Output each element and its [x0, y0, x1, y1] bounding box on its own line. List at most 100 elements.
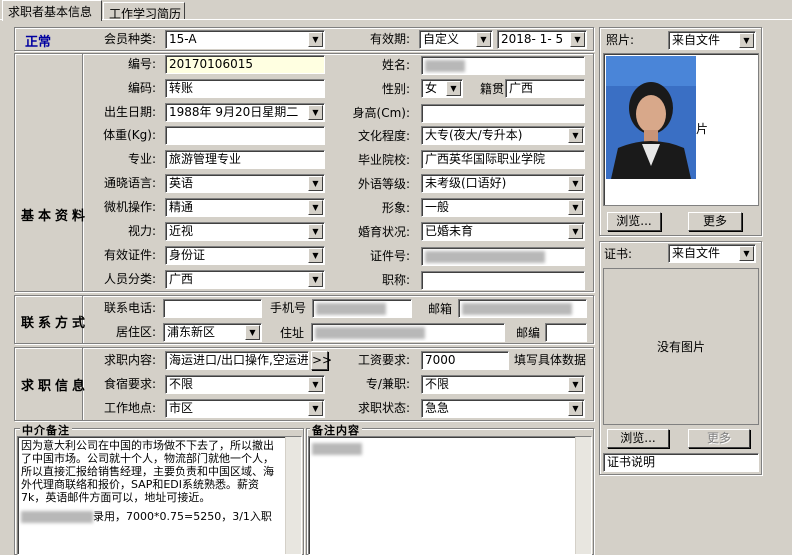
birth-date-picker[interactable]: 1988年 9月20日星期二 ▼ — [165, 103, 325, 122]
cert-source-select[interactable]: 来自文件 ▼ — [668, 244, 756, 263]
phone-field[interactable] — [163, 299, 262, 318]
redacted-mobile — [316, 302, 386, 315]
redacted-note — [21, 511, 93, 523]
member-type-value: 15-A — [169, 32, 197, 46]
tab-work-history[interactable]: 工作学习简历 — [103, 2, 185, 21]
redacted-remark — [312, 443, 362, 455]
validity-mode-select[interactable]: 自定义 ▼ — [419, 30, 493, 49]
photo-frame[interactable]: 片 — [603, 53, 759, 206]
salary-field[interactable]: 7000 — [421, 351, 509, 370]
zip-field[interactable] — [545, 323, 587, 342]
title-label: 职称: — [381, 273, 410, 287]
chevron-down-icon[interactable]: ▼ — [568, 200, 583, 215]
chevron-down-icon[interactable]: ▼ — [308, 32, 323, 47]
location-select[interactable]: 市区 ▼ — [165, 399, 325, 418]
chevron-down-icon[interactable]: ▼ — [446, 81, 461, 96]
chevron-down-icon[interactable]: ▼ — [308, 272, 323, 287]
location-value: 市区 — [169, 401, 194, 415]
gender-select[interactable]: 女 ▼ — [421, 79, 463, 98]
chevron-down-icon[interactable]: ▼ — [308, 248, 323, 263]
number-field[interactable]: 20170106015 — [165, 55, 325, 74]
chevron-down-icon[interactable]: ▼ — [570, 32, 585, 47]
appearance-select[interactable]: 一般 ▼ — [421, 198, 585, 217]
cert-frame[interactable]: 没有图片 — [603, 268, 759, 425]
chevron-down-icon[interactable]: ▼ — [308, 200, 323, 215]
height-field[interactable] — [421, 104, 585, 123]
title-field[interactable] — [421, 271, 585, 290]
chevron-down-icon[interactable]: ▼ — [308, 224, 323, 239]
district-value: 浦东新区 — [167, 325, 216, 339]
code-label: 编码: — [127, 81, 156, 95]
validity-date-picker[interactable]: 2018- 1- 5 ▼ — [497, 30, 587, 49]
chevron-down-icon[interactable]: ▼ — [568, 176, 583, 191]
cert-desc-field[interactable]: 证书说明 — [603, 453, 759, 472]
remark-textarea[interactable] — [308, 436, 592, 555]
remark-scrollbar[interactable] — [575, 437, 591, 554]
education-select[interactable]: 大专(夜大/专升本) ▼ — [421, 126, 585, 145]
photo-source-select[interactable]: 来自文件 ▼ — [668, 31, 756, 50]
computer-value: 精通 — [169, 200, 194, 214]
location-label: 工作地点: — [103, 401, 156, 415]
id-type-label: 有效证件: — [103, 248, 156, 262]
chevron-down-icon[interactable]: ▼ — [245, 325, 260, 340]
photo-label: 照片: — [606, 33, 635, 47]
category-select[interactable]: 广西 ▼ — [165, 270, 325, 289]
chevron-down-icon[interactable]: ▼ — [568, 377, 583, 392]
job-content-more-button[interactable]: >> — [311, 351, 332, 370]
tab-basic-info[interactable]: 求职者基本信息 — [2, 0, 102, 21]
chevron-down-icon[interactable]: ▼ — [739, 33, 754, 48]
email-label: 邮箱 — [427, 302, 452, 316]
vision-select[interactable]: 近视 ▼ — [165, 222, 325, 241]
photo-source-value: 来自文件 — [672, 33, 721, 47]
chevron-down-icon[interactable]: ▼ — [308, 377, 323, 392]
native-field[interactable]: 广西 — [505, 79, 585, 98]
lang-level-select[interactable]: 未考级(口语好) ▼ — [421, 174, 585, 193]
code-field[interactable]: 转账 — [165, 79, 325, 98]
district-label: 居住区: — [115, 325, 156, 339]
cert-browse-button[interactable]: 浏览... — [607, 429, 669, 448]
member-type-select[interactable]: 15-A ▼ — [165, 30, 325, 49]
photo-browse-button[interactable]: 浏览... — [607, 212, 661, 231]
chevron-down-icon[interactable]: ▼ — [308, 401, 323, 416]
computer-select[interactable]: 精通 ▼ — [165, 198, 325, 217]
mobile-field[interactable] — [312, 299, 412, 318]
zip-label: 邮编 — [515, 326, 540, 340]
agent-notes-textarea[interactable]: 因为意大利公司在中国的市场做不下去了，所以撤出了中国市场。公司就十个人，物流部门… — [17, 436, 302, 555]
id-type-value: 身份证 — [169, 248, 206, 262]
school-field[interactable]: 广西英华国际职业学院 — [421, 150, 585, 169]
mobile-label: 手机号 — [269, 301, 306, 315]
address-field[interactable] — [311, 323, 505, 342]
id-type-select[interactable]: 身份证 ▼ — [165, 246, 325, 265]
email-field[interactable] — [458, 299, 587, 318]
job-content-field[interactable]: 海运进口/出口操作,空运进 — [165, 351, 309, 370]
major-field[interactable]: 旅游管理专业 — [165, 150, 325, 169]
address-label: 住址 — [279, 326, 304, 340]
education-value: 大专(夜大/专升本) — [425, 128, 523, 142]
chevron-down-icon[interactable]: ▼ — [308, 176, 323, 191]
redacted-email — [462, 302, 572, 315]
marital-select[interactable]: 已婚未育 ▼ — [421, 222, 585, 241]
category-label: 人员分类: — [103, 272, 156, 286]
lodging-select[interactable]: 不限 ▼ — [165, 375, 325, 394]
photo-more-button[interactable]: 更多 — [688, 212, 742, 231]
agent-notes-scrollbar[interactable] — [285, 437, 301, 554]
fulltime-label: 专/兼职: — [365, 377, 410, 391]
chevron-down-icon[interactable]: ▼ — [568, 128, 583, 143]
chevron-down-icon[interactable]: ▼ — [568, 401, 583, 416]
district-select[interactable]: 浦东新区 ▼ — [163, 323, 262, 342]
weight-field[interactable] — [165, 126, 325, 145]
photo-stray-text: 片 — [696, 122, 709, 136]
chevron-down-icon[interactable]: ▼ — [568, 224, 583, 239]
job-state-select[interactable]: 急急 ▼ — [421, 399, 585, 418]
language-select[interactable]: 英语 ▼ — [165, 174, 325, 193]
id-no-field[interactable] — [421, 247, 585, 266]
chevron-down-icon[interactable]: ▼ — [308, 105, 323, 120]
computer-label: 微机操作: — [103, 200, 156, 214]
redacted-name — [425, 59, 465, 72]
name-field[interactable] — [421, 56, 585, 75]
chevron-down-icon[interactable]: ▼ — [476, 32, 491, 47]
fulltime-select[interactable]: 不限 ▼ — [421, 375, 585, 394]
tab-divider — [0, 19, 792, 20]
chevron-down-icon[interactable]: ▼ — [739, 246, 754, 261]
salary-note: 填写具体数据 — [514, 353, 587, 367]
